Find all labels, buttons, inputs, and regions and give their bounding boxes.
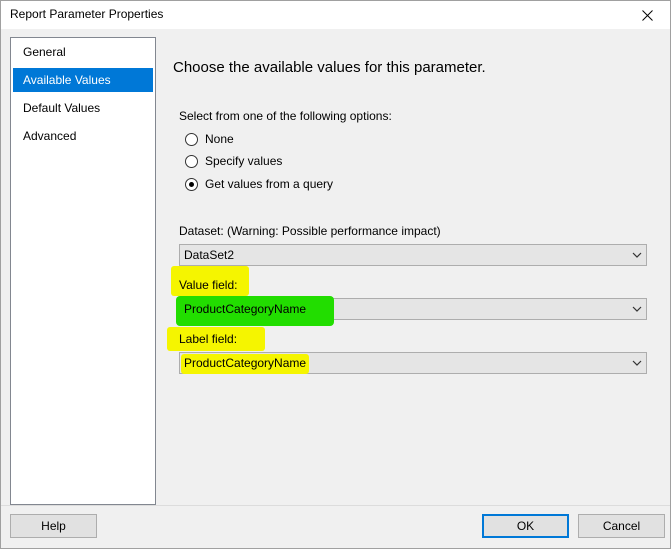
- title-bar: Report Parameter Properties: [1, 1, 670, 29]
- value-field-select[interactable]: ProductCategoryName: [176, 296, 647, 326]
- value-field-value: ProductCategoryName: [184, 302, 307, 316]
- label-field-value: ProductCategoryName: [184, 356, 307, 370]
- value-field-label: Value field:: [179, 278, 238, 292]
- nav-item-available-values[interactable]: Available Values: [13, 68, 153, 92]
- help-button[interactable]: Help: [10, 514, 97, 538]
- footer-divider: [1, 505, 670, 506]
- radio-specify-values[interactable]: Specify values: [185, 153, 282, 169]
- nav-item-default-values[interactable]: Default Values: [13, 96, 153, 120]
- chevron-down-icon: [632, 252, 642, 258]
- options-label: Select from one of the following options…: [179, 109, 392, 123]
- nav-item-general[interactable]: General: [13, 40, 153, 64]
- content-panel: Choose the available values for this par…: [159, 37, 663, 505]
- chevron-down-icon: [632, 360, 642, 366]
- radio-button[interactable]: [185, 177, 198, 191]
- nav-item-advanced[interactable]: Advanced: [13, 124, 153, 148]
- dataset-label: Dataset: (Warning: Possible performance …: [179, 224, 441, 238]
- dataset-select[interactable]: DataSet2: [179, 244, 647, 266]
- radio-label: None: [205, 132, 234, 146]
- radio-get-values-from-query[interactable]: Get values from a query: [185, 176, 333, 192]
- label-field-select[interactable]: ProductCategoryName: [179, 352, 647, 374]
- dataset-value: DataSet2: [184, 248, 235, 262]
- chevron-down-icon: [632, 306, 642, 312]
- radio-button[interactable]: [185, 132, 198, 146]
- radio-label: Specify values: [205, 154, 283, 168]
- close-icon: [641, 9, 653, 21]
- dialog-window: Report Parameter Properties General Avai…: [0, 0, 671, 549]
- label-field-label: Label field:: [179, 332, 238, 346]
- radio-label: Get values from a query: [205, 177, 334, 191]
- cancel-button[interactable]: Cancel: [578, 514, 665, 538]
- page-heading: Choose the available values for this par…: [173, 59, 486, 76]
- window-title: Report Parameter Properties: [10, 7, 164, 21]
- ok-button[interactable]: OK: [482, 514, 569, 538]
- radio-button[interactable]: [185, 154, 198, 168]
- page-nav: General Available Values Default Values …: [10, 37, 156, 505]
- radio-none[interactable]: None: [185, 131, 234, 147]
- close-button[interactable]: [624, 1, 670, 29]
